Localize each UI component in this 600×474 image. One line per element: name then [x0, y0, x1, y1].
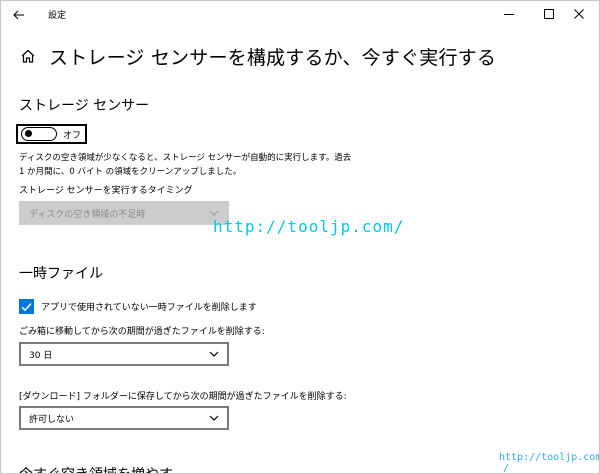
recycle-bin-value: 30 日 — [29, 350, 53, 361]
minimize-icon — [504, 14, 514, 15]
delete-unused-temp-checkbox[interactable]: アプリで使用されていない一時ファイルを削除します — [19, 299, 257, 314]
recycle-bin-label: ごみ箱に移動してから次の期間が過ぎたファイルを削除する: — [19, 327, 265, 337]
settings-window: 設定 ストレージ センサーを構成するか、今すぐ実行する ストレージ センサー オ… — [0, 0, 600, 474]
downloads-value: 許可しない — [29, 414, 75, 425]
checkmark-icon — [21, 302, 32, 311]
chevron-down-icon — [209, 351, 219, 357]
maximize-icon — [544, 9, 554, 19]
title-bar: 設定 — [1, 1, 599, 29]
close-button[interactable] — [559, 1, 599, 27]
back-button[interactable] — [5, 3, 33, 27]
corner-watermark: http://tooljp.com — [499, 452, 600, 463]
delete-unused-temp-label: アプリで使用されていない一時ファイルを削除します — [41, 303, 257, 313]
recycle-bin-dropdown[interactable]: 30 日 — [19, 342, 229, 366]
storage-sense-description: ディスクの空き領域が少なくなると、ストレージ センサーが自動的に実行します。過去… — [19, 153, 352, 177]
corner-watermark-slash: / — [503, 463, 510, 474]
downloads-dropdown[interactable]: 許可しない — [19, 406, 229, 430]
toggle-switch — [21, 127, 57, 141]
run-timing-label: ストレージ センサーを実行するタイミング — [19, 186, 193, 196]
watermark-text: http://tooljp.com/ — [213, 217, 405, 236]
home-icon[interactable] — [19, 47, 37, 65]
close-icon — [574, 9, 584, 19]
page-header: ストレージ センサーを構成するか、今すぐ実行する — [19, 41, 496, 71]
app-title: 設定 — [48, 11, 67, 21]
storage-sense-toggle[interactable]: オフ — [16, 124, 88, 144]
downloads-label: [ダウンロード] フォルダーに保存してから次の期間が過ぎたファイルを削除する: — [19, 392, 347, 402]
toggle-knob — [25, 130, 32, 137]
chevron-down-icon — [209, 210, 219, 216]
minimize-button[interactable] — [489, 1, 529, 27]
storage-sense-heading: ストレージ センサー — [19, 98, 150, 114]
toggle-state-label: オフ — [63, 130, 82, 141]
checkbox-box — [19, 299, 34, 314]
run-timing-value: ディスクの空き領域の不足時 — [29, 209, 146, 220]
free-space-now-heading: 今すぐ空き領域を増やす — [19, 464, 173, 473]
chevron-down-icon — [209, 415, 219, 421]
page-title: ストレージ センサーを構成するか、今すぐ実行する — [49, 46, 497, 69]
temp-files-heading: 一時ファイル — [19, 266, 103, 282]
run-timing-dropdown: ディスクの空き領域の不足時 — [19, 201, 229, 225]
back-arrow-icon — [13, 10, 24, 20]
